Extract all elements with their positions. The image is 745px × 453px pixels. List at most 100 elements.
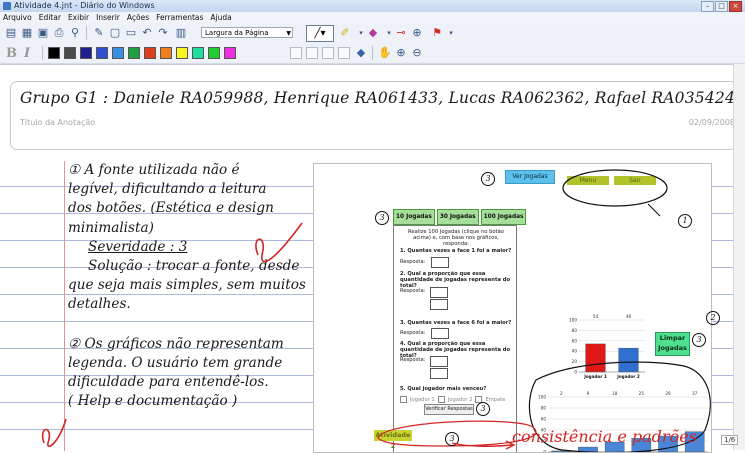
limpar-jogadas-button[interactable]: Limpar Jogadas [655, 332, 690, 356]
hand-icon[interactable]: ✋ [378, 46, 392, 60]
search-icon[interactable]: ⚲ [68, 26, 82, 40]
checkbox[interactable] [400, 396, 407, 403]
color-swatch[interactable] [64, 47, 76, 59]
color-swatch[interactable] [144, 47, 156, 59]
menu-ferramentas[interactable]: Ferramentas [156, 12, 203, 23]
checkbox[interactable] [438, 396, 445, 403]
fill-icon[interactable]: ◆ [354, 46, 368, 60]
window-titlebar: Atividade 4.jnt - Diário do Windows – □ … [0, 0, 745, 12]
option-empate[interactable]: Empate [485, 397, 505, 403]
title-date: 02/09/2008 [689, 118, 735, 127]
zoom-select[interactable]: Largura da Página ▼ [201, 27, 293, 38]
menu-inserir[interactable]: Inserir [96, 12, 120, 23]
empty-swatch[interactable] [322, 47, 334, 59]
note-line: dificuldade para entendê-los. [68, 373, 316, 392]
answer-3-input[interactable] [431, 328, 449, 339]
color-swatch[interactable] [48, 47, 60, 59]
vertical-scrollbar[interactable] [733, 64, 745, 450]
color-swatch[interactable] [128, 47, 140, 59]
answer-4-numerator[interactable] [430, 356, 448, 367]
circled-number: 2 [706, 311, 720, 325]
insert-icon[interactable]: ⊕ [410, 26, 424, 40]
zoom-value: Largura da Página [205, 29, 269, 37]
color-swatch[interactable] [224, 47, 236, 59]
y-tick-label: 40 [572, 349, 578, 354]
answer-1-input[interactable] [431, 257, 449, 268]
annotation-ellipse [560, 164, 675, 232]
question-3: 3. Quantas vezes a face 6 foi a maior? [400, 320, 511, 326]
menu-acoes[interactable]: Ações [127, 12, 149, 23]
verify-button[interactable]: Verificar Respostas [424, 404, 474, 415]
zoom-in-icon[interactable]: ⊕ [394, 46, 408, 60]
chevron-down-icon: ▼ [286, 28, 291, 39]
app-icon [3, 2, 11, 10]
option-jogador-2[interactable]: Jogador 2 [448, 397, 473, 403]
close-button[interactable]: × [729, 1, 742, 12]
redo-icon[interactable]: ↷ [156, 26, 170, 40]
empty-swatch[interactable] [290, 47, 302, 59]
zoom-out-icon[interactable]: ⊖ [410, 46, 424, 60]
circled-number: 3 [375, 211, 389, 225]
y-tick-label: 60 [572, 338, 578, 343]
note-line: detalhes. [68, 295, 316, 314]
color-swatch[interactable] [192, 47, 204, 59]
red-handwriting: consistência e padrões [512, 427, 697, 446]
color-swatch[interactable] [80, 47, 92, 59]
jogadas-tabs: 10 Jogadas 30 Jogadas 100 Jogadas [393, 209, 526, 225]
tab-100-jogadas[interactable]: 100 Jogadas [481, 209, 527, 225]
maximize-button[interactable]: □ [715, 1, 728, 12]
embedded-app-screenshot[interactable]: Ver Jogadas Menu Sair 10 Jogadas 30 Joga… [313, 163, 712, 453]
instructions: Realize 100 Jogadas (clique no botão aci… [400, 229, 512, 247]
tab-10-jogadas[interactable]: 10 Jogadas [393, 209, 435, 225]
menu-ajuda[interactable]: Ajuda [210, 12, 231, 23]
italic-button[interactable]: I [24, 46, 30, 61]
red-check-mark [240, 215, 310, 275]
bold-button[interactable]: B [6, 46, 17, 61]
color-swatch[interactable] [112, 47, 124, 59]
question-1: 1. Quantas vezes a face 1 foi a maior? [400, 248, 511, 254]
tab-30-jogadas[interactable]: 30 Jogadas [437, 209, 479, 225]
menu-arquivo[interactable]: Arquivo [3, 12, 32, 23]
highlighter-icon[interactable]: ✐ [338, 26, 352, 40]
pages-icon[interactable]: ▭ [124, 26, 138, 40]
answer-label: Resposta: [400, 288, 425, 294]
new-page-icon[interactable]: ▤ [4, 26, 18, 40]
pen-icon[interactable]: ✎ [92, 26, 106, 40]
option-jogador-1[interactable]: Jogador 1 [410, 397, 435, 403]
answer-2-denominator[interactable] [430, 299, 448, 310]
note-page[interactable]: Grupo G1 : Daniele RA059988, Henrique RA… [0, 64, 745, 451]
selection-icon[interactable]: ⊸ [394, 26, 408, 40]
open-icon[interactable]: ▦ [20, 26, 34, 40]
color-swatch[interactable] [96, 47, 108, 59]
menu-editar[interactable]: Editar [39, 12, 61, 23]
page-indicator: 1/6 [721, 435, 738, 445]
undo-icon[interactable]: ↶ [140, 26, 154, 40]
blank-line [68, 315, 316, 335]
question-2: 2. Qual a proporção que essa quantidade … [400, 271, 510, 289]
insert-space-icon[interactable]: ▥ [174, 26, 188, 40]
winner-options: Jogador 1 Jogador 2 Empate [400, 396, 506, 403]
minimize-button[interactable]: – [701, 1, 714, 12]
empty-swatch[interactable] [338, 47, 350, 59]
menu-exibir[interactable]: Exibir [68, 12, 89, 23]
answer-4-denominator[interactable] [430, 368, 448, 379]
color-swatch[interactable] [160, 47, 172, 59]
standard-toolbar: ▤ ▦ ▣ ⎙ ⚲ ✎ ▢ ▭ ↶ ↷ ▥ Largura da Página … [0, 23, 745, 44]
eraser-icon[interactable]: ◆ [366, 26, 380, 40]
save-icon[interactable]: ▣ [36, 26, 50, 40]
answer-2-numerator[interactable] [430, 287, 448, 298]
circled-number: 3 [481, 172, 495, 186]
pen-tool-button[interactable]: ╱▾ [306, 25, 334, 42]
handwritten-notes: ① A fonte utilizada não é legível, dific… [68, 161, 316, 411]
note-line: que seja mais simples, sem muitos [68, 276, 316, 295]
color-swatch[interactable] [208, 47, 220, 59]
chevron-down-icon[interactable]: ▾ [444, 26, 458, 40]
window-title: Atividade 4.jnt - Diário do Windows [14, 0, 155, 12]
empty-swatch[interactable] [306, 47, 318, 59]
flag-icon[interactable]: ⚑ [430, 26, 444, 40]
page-icon[interactable]: ▢ [108, 26, 122, 40]
color-swatch[interactable] [176, 47, 188, 59]
print-icon[interactable]: ⎙ [52, 26, 66, 40]
ver-jogadas-button[interactable]: Ver Jogadas [505, 170, 555, 184]
answer-label: Resposta: [400, 357, 425, 363]
